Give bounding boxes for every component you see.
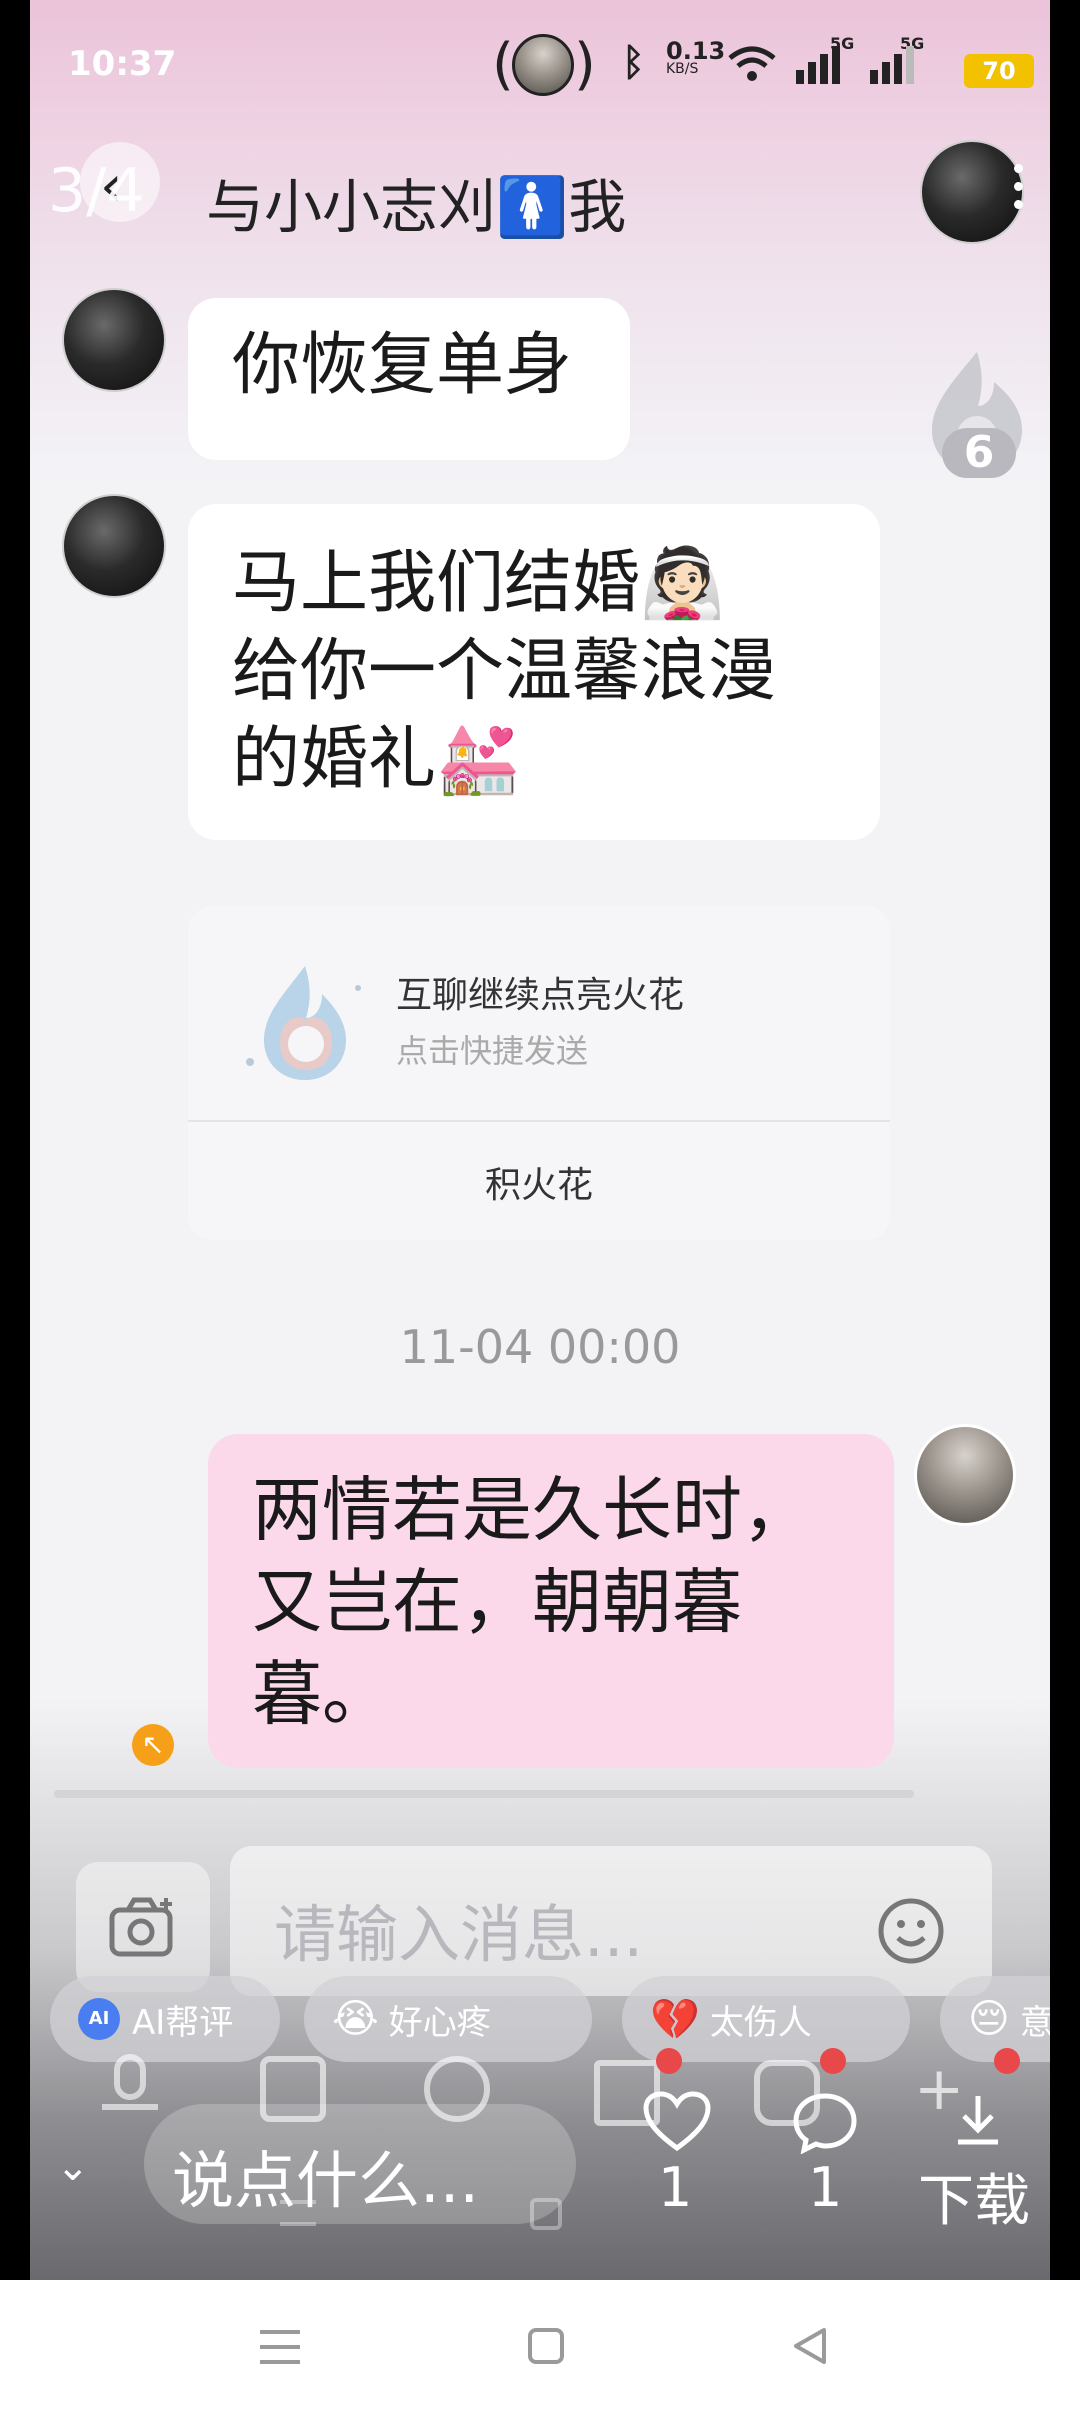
crying-face-icon: 😭 [332,1996,379,2042]
page-counter: 3/4 [48,156,145,226]
comment-placeholder: 说点什么... [172,2144,480,2217]
ai-icon: AI [78,1998,120,2040]
profile-ring-icon: ( ) [492,32,596,97]
message-text: 暮。 [252,1653,392,1735]
message-text: 两情若是久长时， [252,1469,812,1551]
signal-icon-2: 5G [870,34,930,86]
ghost-menu-icon [280,2200,316,2226]
spark-card-subtitle: 点击快捷发送 [396,1032,589,1070]
sender-avatar[interactable] [62,494,166,598]
mic-icon[interactable] [102,2054,158,2124]
quick-reply-heartache[interactable]: 😭 好心疼 [304,1976,592,2062]
plus-red-dot [994,2048,1020,2074]
message-text: 马上我们结婚👰🏻 [232,544,725,623]
battery-indicator: 70 [964,54,1034,88]
like-heart-icon[interactable] [642,2090,712,2154]
input-placeholder: 请输入消息... [274,1898,644,1971]
back-triangle-icon[interactable] [790,2326,830,2366]
my-avatar[interactable] [914,1424,1016,1526]
message-text: 的婚礼💒 [232,720,521,799]
net-speed: 0.13 KB/S [666,37,726,77]
sender-avatar[interactable] [62,288,166,392]
message-timestamp: 11-04 00:00 [399,1320,681,1374]
outgoing-message[interactable]: 两情若是久长时， 又岂在，朝朝暮 暮。 [208,1434,894,1768]
spark-card-title: 互聊继续点亮火花 [396,975,685,1016]
system-navigation-bar [0,2280,1080,2412]
home-icon[interactable] [528,2328,564,2364]
broken-heart-icon: 💔 [650,1996,700,2043]
status-time: 10:37 [68,44,177,84]
comment-input[interactable]: 说点什么... [144,2104,576,2224]
incoming-message[interactable]: 马上我们结婚👰🏻 给你一个温馨浪漫 的婚礼💒 [188,504,880,840]
chat-screen: 10:37 ( ) ᛒ 0.13 KB/S 5G 5G 70 ‹ 3/4 与小小… [30,0,1050,2280]
header-avatar[interactable] [920,140,1024,244]
download-label[interactable]: 下载 [918,2156,1030,2237]
more-icon[interactable] [1014,164,1024,214]
spark-badge[interactable]: 6 [912,346,1042,486]
gift-red-dot [656,2048,682,2074]
game-red-dot [820,2048,846,2074]
spark-count: 6 [942,428,1016,478]
bluetooth-icon: ᛒ [622,40,645,84]
quick-reply-ai[interactable]: AI AI帮评 [50,1976,280,2062]
divider [188,1120,890,1122]
incoming-message[interactable]: 你恢复单身 [188,298,630,460]
message-text: 又岂在，朝朝暮 [252,1561,742,1643]
emoji-icon[interactable] [876,1896,946,1966]
collapse-chevron-icon[interactable]: ⌄ [56,2144,90,2190]
chat-title: 与小小志刈🚺我 [206,173,627,241]
spark-card-icon [246,966,361,1080]
like-count: 1 [658,2156,693,2219]
comment-count: 1 [808,2156,843,2219]
reply-arrow-icon[interactable]: ↖ [132,1724,174,1766]
menu-icon[interactable] [260,2330,300,2366]
spark-card-action[interactable]: 积火花 [188,1156,890,1208]
signal-icon: 5G [796,34,856,86]
camera-icon [109,1897,173,1957]
message-text: 你恢复单身 [232,326,573,405]
wifi-icon [728,46,776,81]
pensive-face-icon: 😔 [968,1996,1010,2042]
comment-bubble-icon[interactable] [792,2092,858,2154]
scroll-edge [54,1790,914,1798]
message-text: 给你一个温馨浪漫 [232,632,777,711]
ghost-home-icon [530,2198,562,2230]
spark-card[interactable]: 互聊继续点亮火花 点击快捷发送 积火花 [188,906,890,1240]
quick-reply-more[interactable]: 😔 意 [940,1976,1050,2062]
download-icon[interactable] [950,2092,1006,2148]
